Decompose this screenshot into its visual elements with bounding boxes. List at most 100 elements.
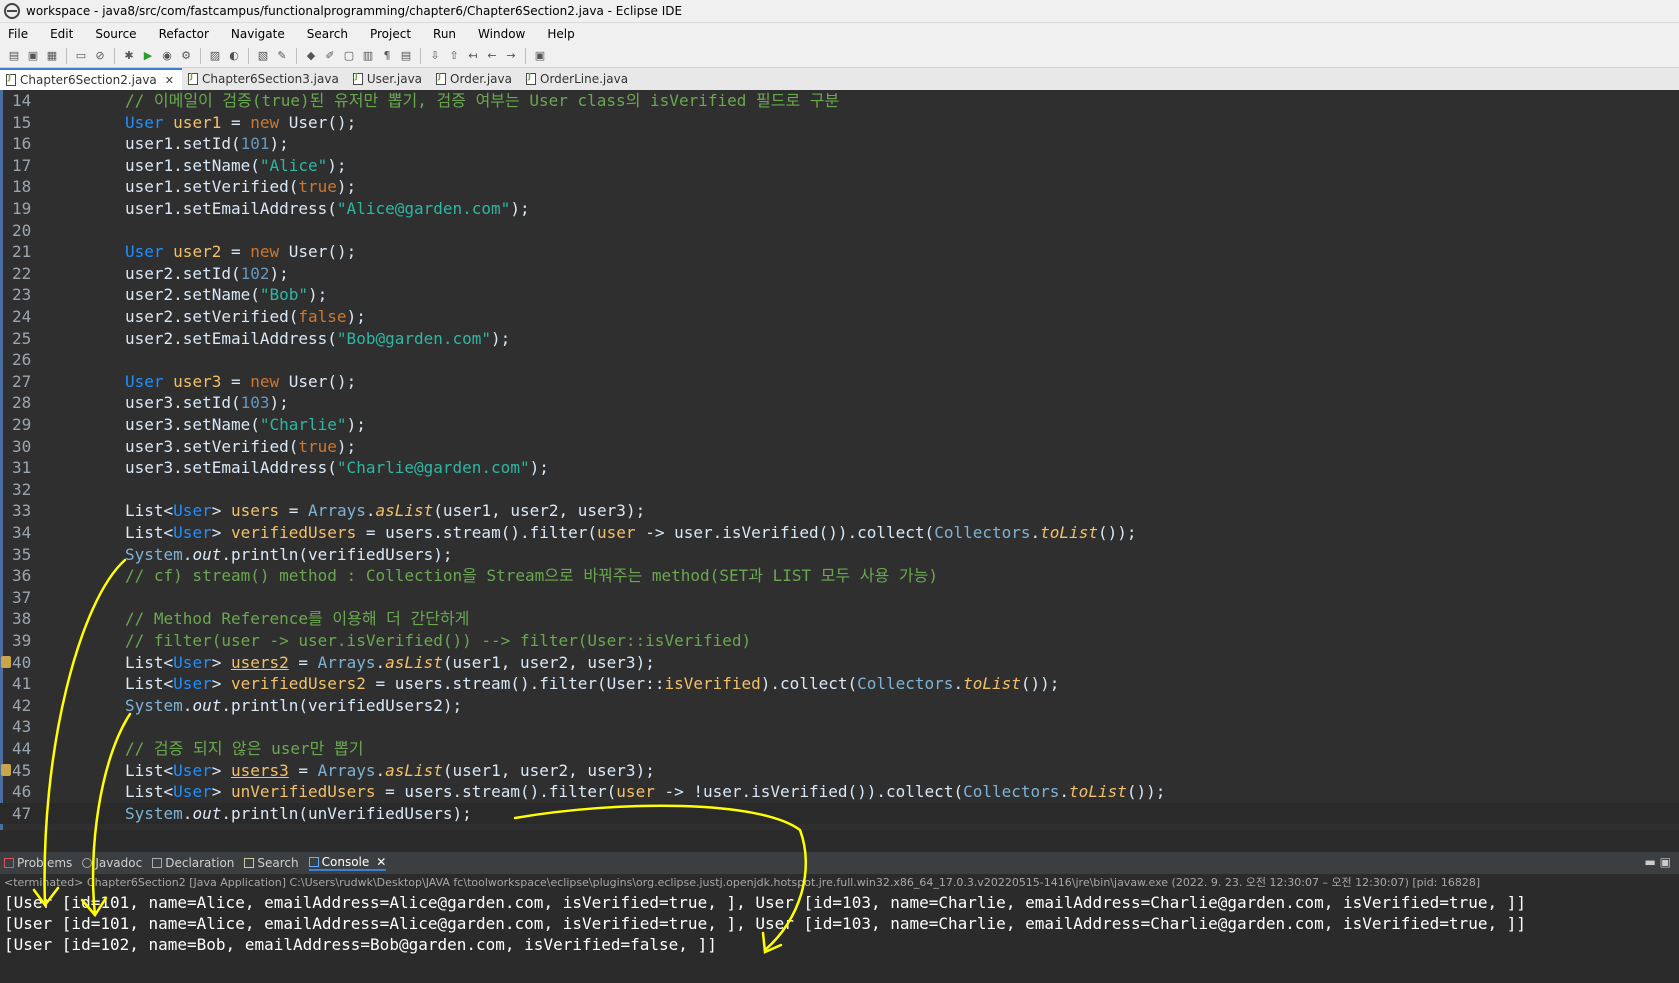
line-number: 25 — [12, 328, 32, 348]
code-line: 36// cf) stream() method : Collection을 S… — [12, 566, 938, 586]
menu-project[interactable]: Project — [370, 27, 411, 41]
tab-orderline[interactable]: OrderLine.java — [520, 68, 636, 90]
coverage-icon[interactable]: ◉ — [159, 48, 175, 64]
menu-search[interactable]: Search — [307, 27, 348, 41]
java-file-icon — [352, 72, 363, 85]
maximize-icon[interactable]: ▣ — [1660, 855, 1671, 869]
show-whitespace-icon[interactable]: ¶ — [379, 48, 395, 64]
line-number: 32 — [12, 479, 32, 499]
editor-tab-bar: Chapter6Section2.java ✕ Chapter6Section3… — [0, 68, 1679, 90]
new-class-icon[interactable]: ◐ — [226, 48, 242, 64]
menu-navigate[interactable]: Navigate — [231, 27, 285, 41]
warning-marker-icon[interactable] — [1, 763, 11, 776]
tab-label: Order.java — [450, 72, 512, 86]
debug-icon[interactable]: ✱ — [121, 48, 137, 64]
toggle-mark-icon[interactable]: ▤ — [398, 48, 414, 64]
line-number: 41 — [12, 674, 32, 694]
prev-annotation-icon[interactable]: ⇧ — [446, 48, 462, 64]
menu-bar: File Edit Source Refactor Navigate Searc… — [0, 23, 1679, 44]
warning-marker-icon[interactable] — [1, 655, 11, 668]
code-line: 25 user2.setEmailAddress("Bob@garden.com"… — [12, 328, 511, 348]
edit-icon[interactable]: ✐ — [322, 48, 338, 64]
tab-label: Chapter6Section3.java — [202, 72, 339, 86]
tab-label: Search — [257, 856, 299, 870]
line-number: 39 — [12, 631, 32, 650]
tab-user[interactable]: User.java — [347, 68, 430, 90]
code-line: 43 — [0, 716, 1679, 738]
new-icon[interactable]: ▤ — [6, 48, 22, 64]
code-line: 30 user3.setVerified(true); — [12, 436, 357, 456]
tab-order[interactable]: Order.java — [430, 68, 520, 90]
line-number: 44 — [12, 739, 32, 758]
next-annotation-icon[interactable]: ⇩ — [427, 48, 443, 64]
forward-icon[interactable]: → — [503, 48, 519, 64]
code-line-current: 47 System.out.println(unVerifiedUsers); — [0, 802, 1679, 825]
main-toolbar: ▤ ▣ ▦ ▭ ⊘ ✱ ▶ ◉ ⚙ ▨ ◐ ▧ ✎ ◆ ✐ ▢ ▥ ¶ ▤ ⇩ … — [0, 44, 1679, 68]
bottom-panel-tabs: Problems Javadoc Declaration Search Cons… — [0, 852, 1679, 874]
skip-breakpoints-icon[interactable]: ⊘ — [92, 48, 108, 64]
code-line: 24 user2.setVerified(false); — [12, 307, 366, 326]
console-output[interactable]: [User [id=101, name=Alice, emailAddress=… — [0, 892, 1679, 983]
line-number: 40 — [12, 652, 32, 672]
toolbar-separator — [114, 47, 115, 64]
code-line: 38// Method Reference를 이용해 더 간단하게 — [12, 609, 470, 629]
tab-label: Console — [321, 855, 370, 869]
line-number: 14 — [12, 91, 32, 110]
last-edit-icon[interactable]: ↤ — [465, 48, 481, 64]
code-line: 34 List<User> verifiedUsers = users.strea… — [12, 523, 1137, 542]
code-editor[interactable]: 14// 이메일이 검증(true)된 유저만 뽑기, 검증 여부는 User … — [0, 90, 1679, 830]
new-java-project-icon[interactable]: ▨ — [207, 48, 223, 64]
menu-refactor[interactable]: Refactor — [159, 27, 209, 41]
menu-run[interactable]: Run — [433, 27, 456, 41]
menu-file[interactable]: File — [8, 27, 28, 41]
tab-problems[interactable]: Problems — [4, 856, 72, 870]
pen-icon[interactable]: ✎ — [274, 48, 290, 64]
code-line: 15 User user1 = new User(); — [12, 112, 357, 132]
code-line: 21 User user2 = new User(); — [12, 242, 357, 262]
menu-source[interactable]: Source — [95, 27, 136, 41]
line-number: 28 — [12, 393, 32, 413]
code-line: 37 — [0, 587, 1679, 609]
word-wrap-icon[interactable]: ▥ — [360, 48, 376, 64]
external-tools-icon[interactable]: ⚙ — [178, 48, 194, 64]
tab-chapter6section3[interactable]: Chapter6Section3.java — [182, 68, 347, 90]
tab-label: Declaration — [165, 856, 235, 870]
terminal-icon[interactable]: ▭ — [73, 48, 89, 64]
annotation-icon[interactable]: ◆ — [303, 48, 319, 64]
code-line: 22 user2.setId(102); — [12, 263, 289, 283]
tab-search[interactable]: Search — [244, 856, 299, 870]
line-number: 46 — [12, 782, 32, 802]
code-line: 42 System.out.println(verifiedUsers2); — [12, 695, 463, 715]
save-icon[interactable]: ▣ — [25, 48, 41, 64]
line-number: 33 — [12, 501, 32, 521]
line-number: 16 — [12, 134, 32, 154]
menu-edit[interactable]: Edit — [50, 27, 73, 41]
code-line: 46 List<User> unVerifiedUsers = users.str… — [12, 782, 1166, 802]
tab-chapter6section2[interactable]: Chapter6Section2.java ✕ — [0, 68, 183, 90]
menu-window[interactable]: Window — [478, 27, 525, 41]
code-line: 29 user3.setName("Charlie"); — [12, 415, 366, 434]
pin-editor-icon[interactable]: ▣ — [532, 48, 548, 64]
javadoc-icon — [82, 858, 93, 868]
block-selection-icon[interactable]: ▢ — [341, 48, 357, 64]
line-number: 31 — [12, 458, 32, 478]
minimize-icon[interactable]: ▬ — [1644, 855, 1655, 869]
line-number: 26 — [12, 350, 32, 370]
code-line: 23 user2.setName("Bob"); — [12, 285, 328, 305]
tab-javadoc[interactable]: Javadoc — [82, 856, 142, 870]
save-all-icon[interactable]: ▦ — [44, 48, 60, 64]
run-icon[interactable]: ▶ — [140, 48, 156, 64]
console-line: [User [id=102, name=Bob, emailAddress=Bo… — [4, 935, 717, 954]
close-icon[interactable]: ✕ — [165, 74, 174, 87]
code-line: 14// 이메일이 검증(true)된 유저만 뽑기, 검증 여부는 User … — [12, 91, 840, 110]
code-line: 33 List<User> users = Arrays.asList(user1… — [12, 501, 646, 521]
close-icon[interactable]: ✕ — [376, 855, 386, 869]
tab-label: Problems — [17, 856, 73, 870]
tab-declaration[interactable]: Declaration — [152, 856, 234, 870]
code-line: 28 user3.setId(103); — [12, 393, 289, 413]
back-icon[interactable]: ← — [484, 48, 500, 64]
menu-help[interactable]: Help — [547, 27, 574, 41]
tab-console[interactable]: Console ✕ — [308, 855, 387, 871]
open-type-icon[interactable]: ▧ — [255, 48, 271, 64]
console-line: [User [id=101, name=Alice, emailAddress=… — [4, 914, 1526, 933]
